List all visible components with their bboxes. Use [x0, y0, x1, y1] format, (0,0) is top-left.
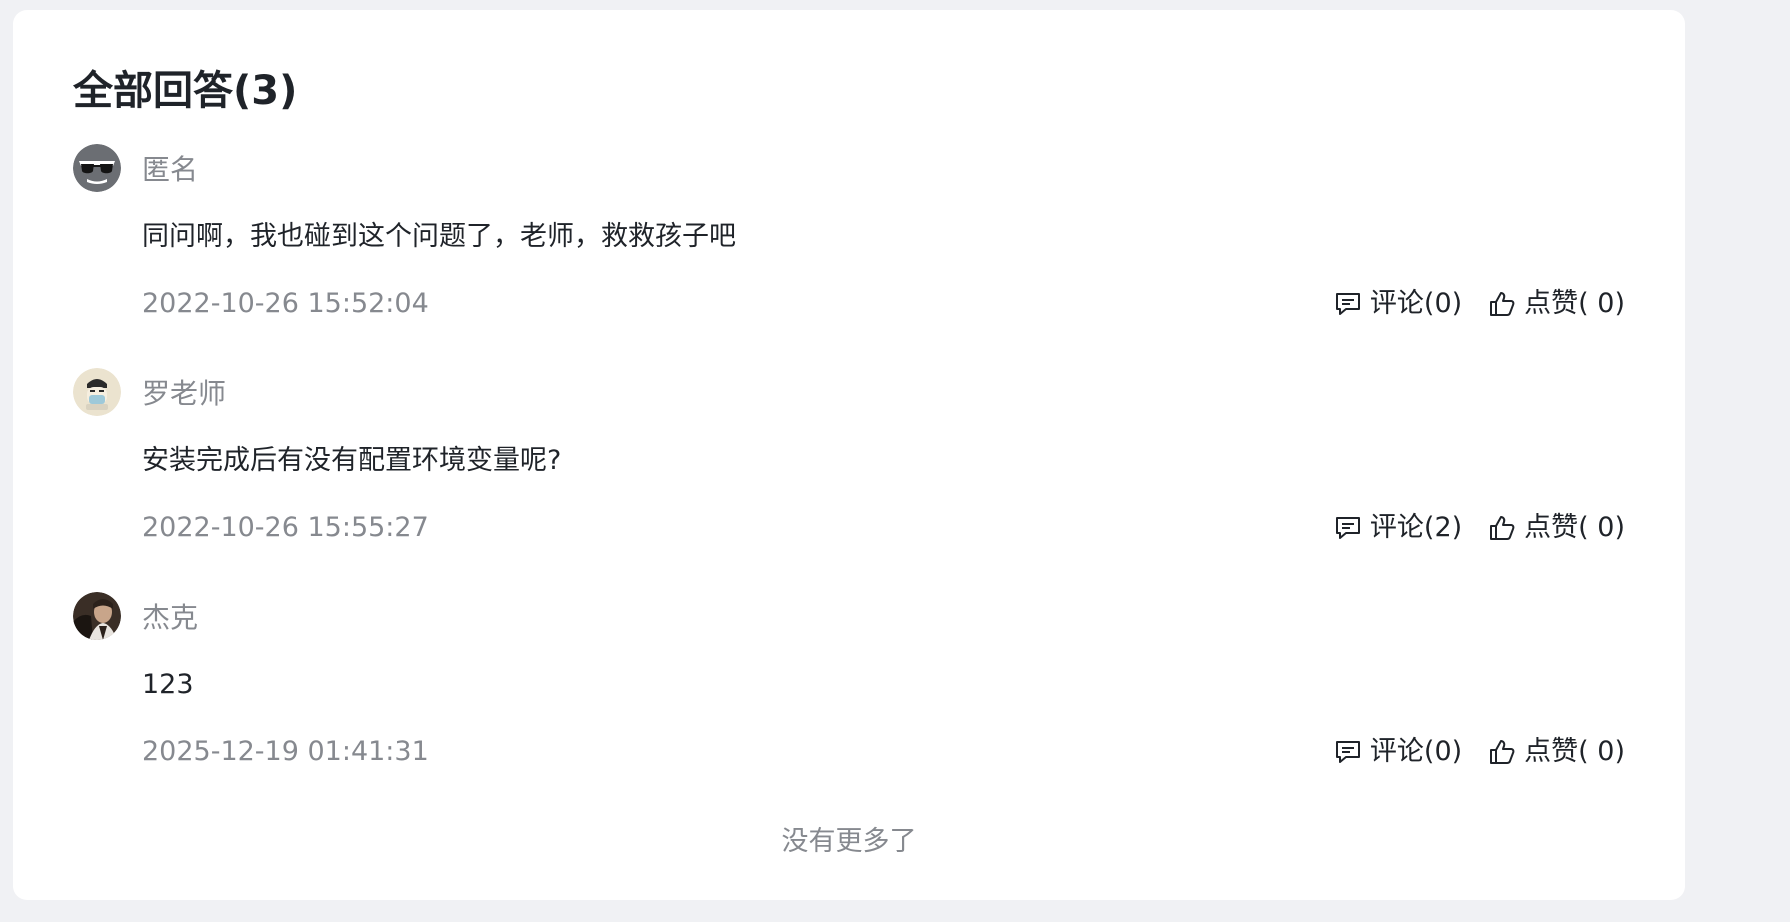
answer-time: 2022-10-26 15:55:27 [142, 512, 429, 543]
like-count-label: 点赞( 0) [1524, 288, 1625, 319]
answer-content: 安装完成后有没有配置环境变量呢? [142, 445, 562, 476]
answer-actions: 评论(0) 点赞( 0) [1334, 733, 1625, 771]
answer-actions: 评论(2) 点赞( 0) [1334, 509, 1625, 547]
like-count-label: 点赞( 0) [1524, 736, 1625, 767]
photo-avatar-icon [73, 592, 121, 640]
no-more-text: 没有更多了 [781, 826, 917, 857]
comment-button[interactable]: 评论(2) [1334, 509, 1462, 547]
cartoon-face-icon [73, 368, 121, 416]
answers-card: 全部回答(3) 匿名 同问啊，我也碰到这个问题了，老师，救救孩子吧 2022-1… [13, 10, 1685, 900]
anonymous-sunglasses-icon [73, 144, 121, 192]
username[interactable]: 杰克 [142, 598, 198, 638]
comment-icon [1335, 741, 1360, 763]
avatar[interactable] [73, 368, 121, 416]
thumbs-up-icon [1490, 516, 1515, 540]
comment-count-label: 评论(0) [1369, 288, 1463, 319]
like-button[interactable]: 点赞( 0) [1488, 285, 1625, 323]
comment-count-label: 评论(0) [1369, 736, 1463, 767]
avatar[interactable] [73, 592, 121, 640]
like-button[interactable]: 点赞( 0) [1488, 733, 1625, 771]
username[interactable]: 罗老师 [142, 374, 226, 414]
answer-actions: 评论(0) 点赞( 0) [1334, 285, 1625, 323]
comment-count-label: 评论(2) [1369, 512, 1463, 543]
comment-icon [1335, 293, 1360, 315]
answer-item: 匿名 同问啊，我也碰到这个问题了，老师，救救孩子吧 2022-10-26 15:… [73, 144, 1625, 344]
thumbs-up-icon [1490, 740, 1515, 764]
comment-button[interactable]: 评论(0) [1334, 733, 1462, 771]
answer-content: 同问啊，我也碰到这个问题了，老师，救救孩子吧 [142, 221, 736, 252]
comment-button[interactable]: 评论(0) [1334, 285, 1462, 323]
username[interactable]: 匿名 [142, 150, 198, 190]
answer-item: 杰克 123 2025-12-19 01:41:31 评论(0) 点赞(0) [73, 592, 1625, 792]
answer-content: 123 [142, 669, 194, 700]
answer-time: 2025-12-19 01:41:31 [142, 736, 429, 767]
like-button[interactable]: 点赞( 0) [1488, 509, 1625, 547]
thumbs-up-icon [1490, 292, 1515, 316]
comment-icon [1335, 517, 1360, 539]
section-title: 全部回答(3) [73, 68, 298, 114]
avatar[interactable] [73, 144, 121, 192]
answer-item: 罗老师 安装完成后有没有配置环境变量呢? 2022-10-26 15:55:27… [73, 368, 1625, 568]
like-count-label: 点赞( 0) [1524, 512, 1625, 543]
answer-time: 2022-10-26 15:52:04 [142, 288, 429, 319]
